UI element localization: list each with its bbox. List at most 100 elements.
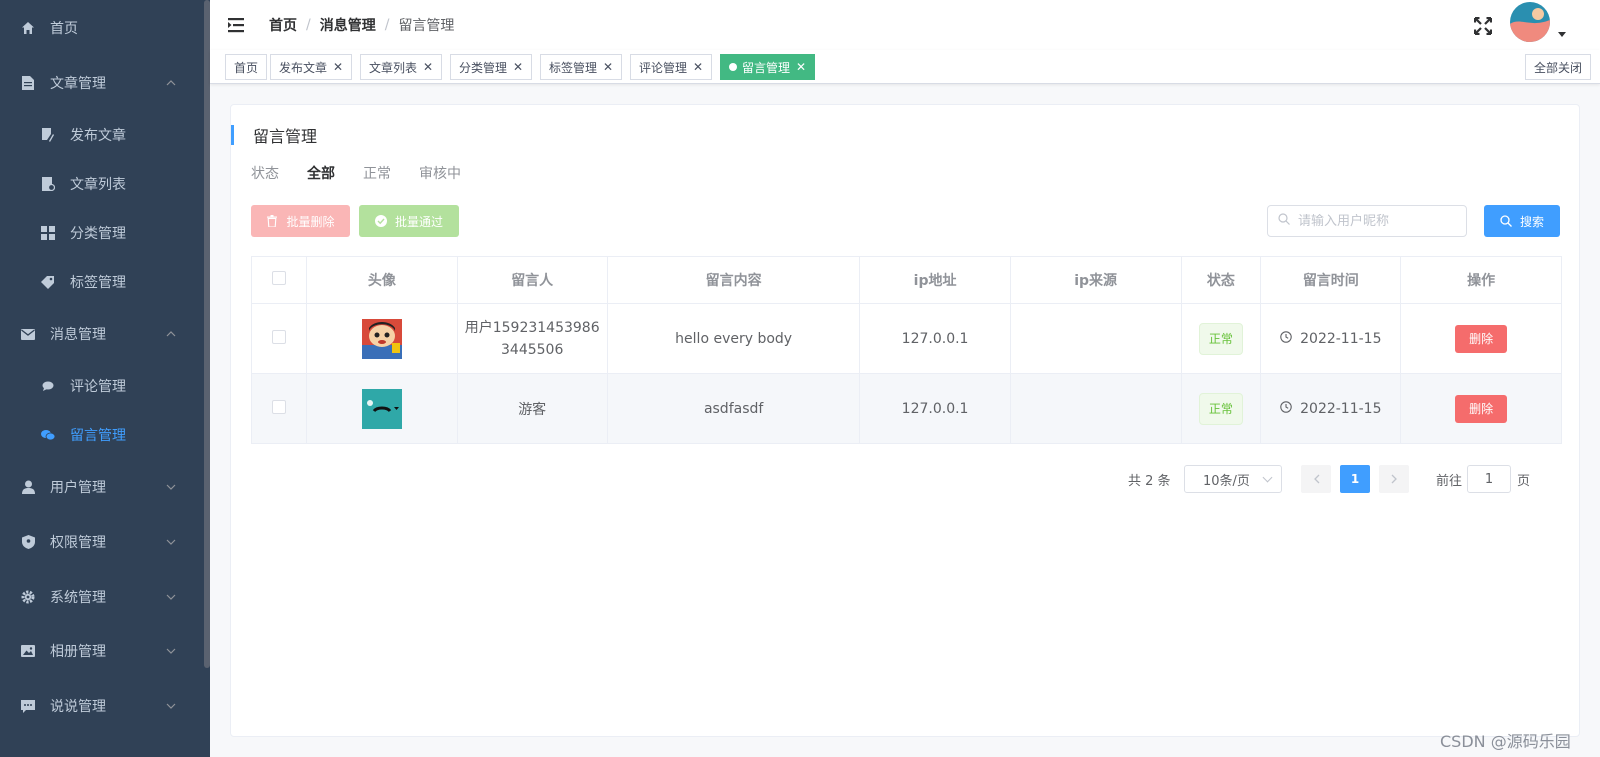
tag-category-management[interactable]: 分类管理 ✕ [450, 54, 533, 80]
sidebar-item-guestbook-management[interactable]: 留言管理 [0, 410, 204, 460]
talk-icon [20, 698, 36, 714]
tag-label: 分类管理 [459, 60, 508, 75]
table-header: 状态 [1180, 256, 1262, 304]
tag-tag-management[interactable]: 标签管理 ✕ [540, 54, 623, 80]
table-header: 留言人 [456, 256, 608, 304]
hamburger-icon[interactable] [228, 17, 244, 33]
breadcrumb-separator: / [306, 17, 311, 33]
tag-label: 首页 [234, 60, 259, 75]
close-icon[interactable]: ✕ [603, 60, 613, 74]
tag-publish-article[interactable]: 发布文章 ✕ [270, 54, 353, 80]
delete-button[interactable]: 删除 [1455, 324, 1508, 353]
tag-article-list[interactable]: 文章列表 ✕ [360, 54, 443, 80]
document-icon [20, 75, 36, 91]
trash-icon [266, 215, 278, 227]
gear-icon [20, 589, 36, 605]
delete-button[interactable]: 删除 [1455, 394, 1508, 423]
caret-down-icon[interactable] [1558, 32, 1566, 37]
next-page-button[interactable] [1379, 465, 1409, 493]
prev-page-button[interactable] [1301, 465, 1331, 493]
row-checkbox[interactable] [272, 399, 287, 414]
sidebar-item-system-management[interactable]: 系统管理 [0, 572, 204, 622]
row-select-cell [250, 303, 308, 374]
sidebar-item-label: 系统管理 [50, 590, 106, 606]
ip-source-cell [1009, 303, 1182, 374]
batch-delete-button[interactable]: 批量删除 [251, 205, 350, 237]
row-checkbox[interactable] [272, 329, 287, 344]
message-icon [20, 326, 36, 342]
sidebar-item-user-management[interactable]: 用户管理 [0, 462, 204, 512]
fullscreen-icon[interactable] [1473, 16, 1493, 36]
status-option-reviewing[interactable]: 审核中 [419, 163, 461, 183]
tag-home[interactable]: 首页 [225, 54, 268, 80]
breadcrumb-item-home[interactable]: 首页 [269, 15, 297, 35]
shield-icon [20, 534, 36, 550]
table-header: ip来源 [1009, 256, 1182, 304]
batch-pass-button[interactable]: 批量通过 [359, 205, 459, 237]
sidebar-item-label: 文章管理 [50, 76, 106, 92]
sidebar-item-label: 分类管理 [70, 226, 126, 242]
tag-guestbook-management[interactable]: 留言管理 ✕ [720, 54, 816, 80]
ip-cell: 127.0.0.1 [859, 373, 1011, 444]
watermark: CSDN @源码乐园 [1440, 732, 1571, 751]
sidebar-item-label: 相册管理 [50, 644, 106, 660]
page-size-select[interactable]: 10条/页 [1184, 465, 1282, 493]
select-all-checkbox[interactable] [272, 271, 287, 285]
content-cell: asdfasdf [606, 373, 861, 444]
sidebar-item-home[interactable]: 首页 [0, 3, 204, 53]
check-circle-icon [374, 215, 387, 227]
sidebar-item-permission-management[interactable]: 权限管理 [0, 517, 204, 567]
sidebar-item-label: 评论管理 [70, 379, 126, 395]
close-icon[interactable]: ✕ [693, 60, 703, 74]
close-icon[interactable]: ✕ [333, 60, 343, 74]
page-number-button[interactable]: 1 [1340, 465, 1370, 493]
status-cell: 正常 [1180, 303, 1262, 374]
avatar[interactable] [1510, 2, 1550, 42]
close-icon[interactable]: ✕ [423, 60, 433, 74]
breadcrumb-item-current: 留言管理 [398, 18, 455, 34]
ip-source-cell [1009, 373, 1182, 444]
table-row: 游客 asdfasdf 127.0.0.1 正常 2022-11-15 删除 [250, 373, 1562, 444]
sidebar-item-album-management[interactable]: 相册管理 [0, 626, 204, 676]
sidebar-item-category-management[interactable]: 分类管理 [0, 208, 204, 258]
action-cell: 删除 [1400, 303, 1562, 374]
table-header-row: 头像 留言人 留言内容 ip地址 ip来源 状态 留言时间 操作 [250, 256, 1562, 304]
search-box [1267, 205, 1467, 237]
sidebar-item-article-list[interactable]: 文章列表 [0, 159, 204, 209]
table-header: 操作 [1400, 256, 1562, 304]
sidebar-item-talk-management[interactable]: 说说管理 [0, 681, 204, 731]
search-input[interactable] [1298, 213, 1458, 229]
status-option-all[interactable]: 全部 [307, 163, 335, 183]
chat-icon [40, 427, 56, 443]
sidebar-item-comment-management[interactable]: 评论管理 [0, 361, 204, 411]
table-header: ip地址 [859, 256, 1011, 304]
search-button[interactable]: 搜索 [1484, 205, 1560, 237]
sidebar-item-label: 用户管理 [50, 480, 106, 496]
time-cell: 2022-11-15 [1260, 373, 1402, 444]
goto-page-input[interactable] [1467, 465, 1511, 493]
time-cell: 2022-11-15 [1260, 303, 1402, 374]
sidebar-item-label: 标签管理 [70, 275, 126, 291]
breadcrumb-item-message[interactable]: 消息管理 [320, 15, 376, 35]
status-cell: 正常 [1180, 373, 1262, 444]
close-all-button[interactable]: 全部关闭 [1525, 54, 1592, 80]
tag-comment-management[interactable]: 评论管理 ✕ [630, 54, 713, 80]
chevron-up-icon [166, 78, 176, 89]
sidebar-scrollbar[interactable] [204, 0, 210, 668]
sidebar-item-label: 说说管理 [50, 699, 106, 715]
sidebar-item-label: 留言管理 [70, 428, 126, 444]
user-avatar [361, 388, 402, 429]
sidebar-item-article-management[interactable]: 文章管理 [0, 58, 204, 108]
close-icon[interactable]: ✕ [796, 60, 806, 74]
home-icon [20, 20, 36, 36]
pagination: 共 2 条 10条/页 1 前往 页 [231, 465, 1562, 493]
tags-view: 首页 发布文章 ✕ 文章列表 ✕ 分类管理 ✕ 标签管理 ✕ 评论管理 ✕ 留言… [210, 50, 1600, 84]
sidebar-item-message-management[interactable]: 消息管理 [0, 309, 204, 359]
clock-icon [1280, 400, 1292, 417]
sidebar-item-publish-article[interactable]: 发布文章 [0, 110, 204, 160]
active-dot-icon [729, 63, 737, 71]
status-option-normal[interactable]: 正常 [363, 163, 391, 183]
sidebar-item-tag-management[interactable]: 标签管理 [0, 257, 204, 307]
sidebar: 首页 文章管理 发布文章 文章列表 分类管理 标签管理 消息管理 评论管理 留言… [0, 0, 210, 757]
close-icon[interactable]: ✕ [513, 60, 523, 74]
